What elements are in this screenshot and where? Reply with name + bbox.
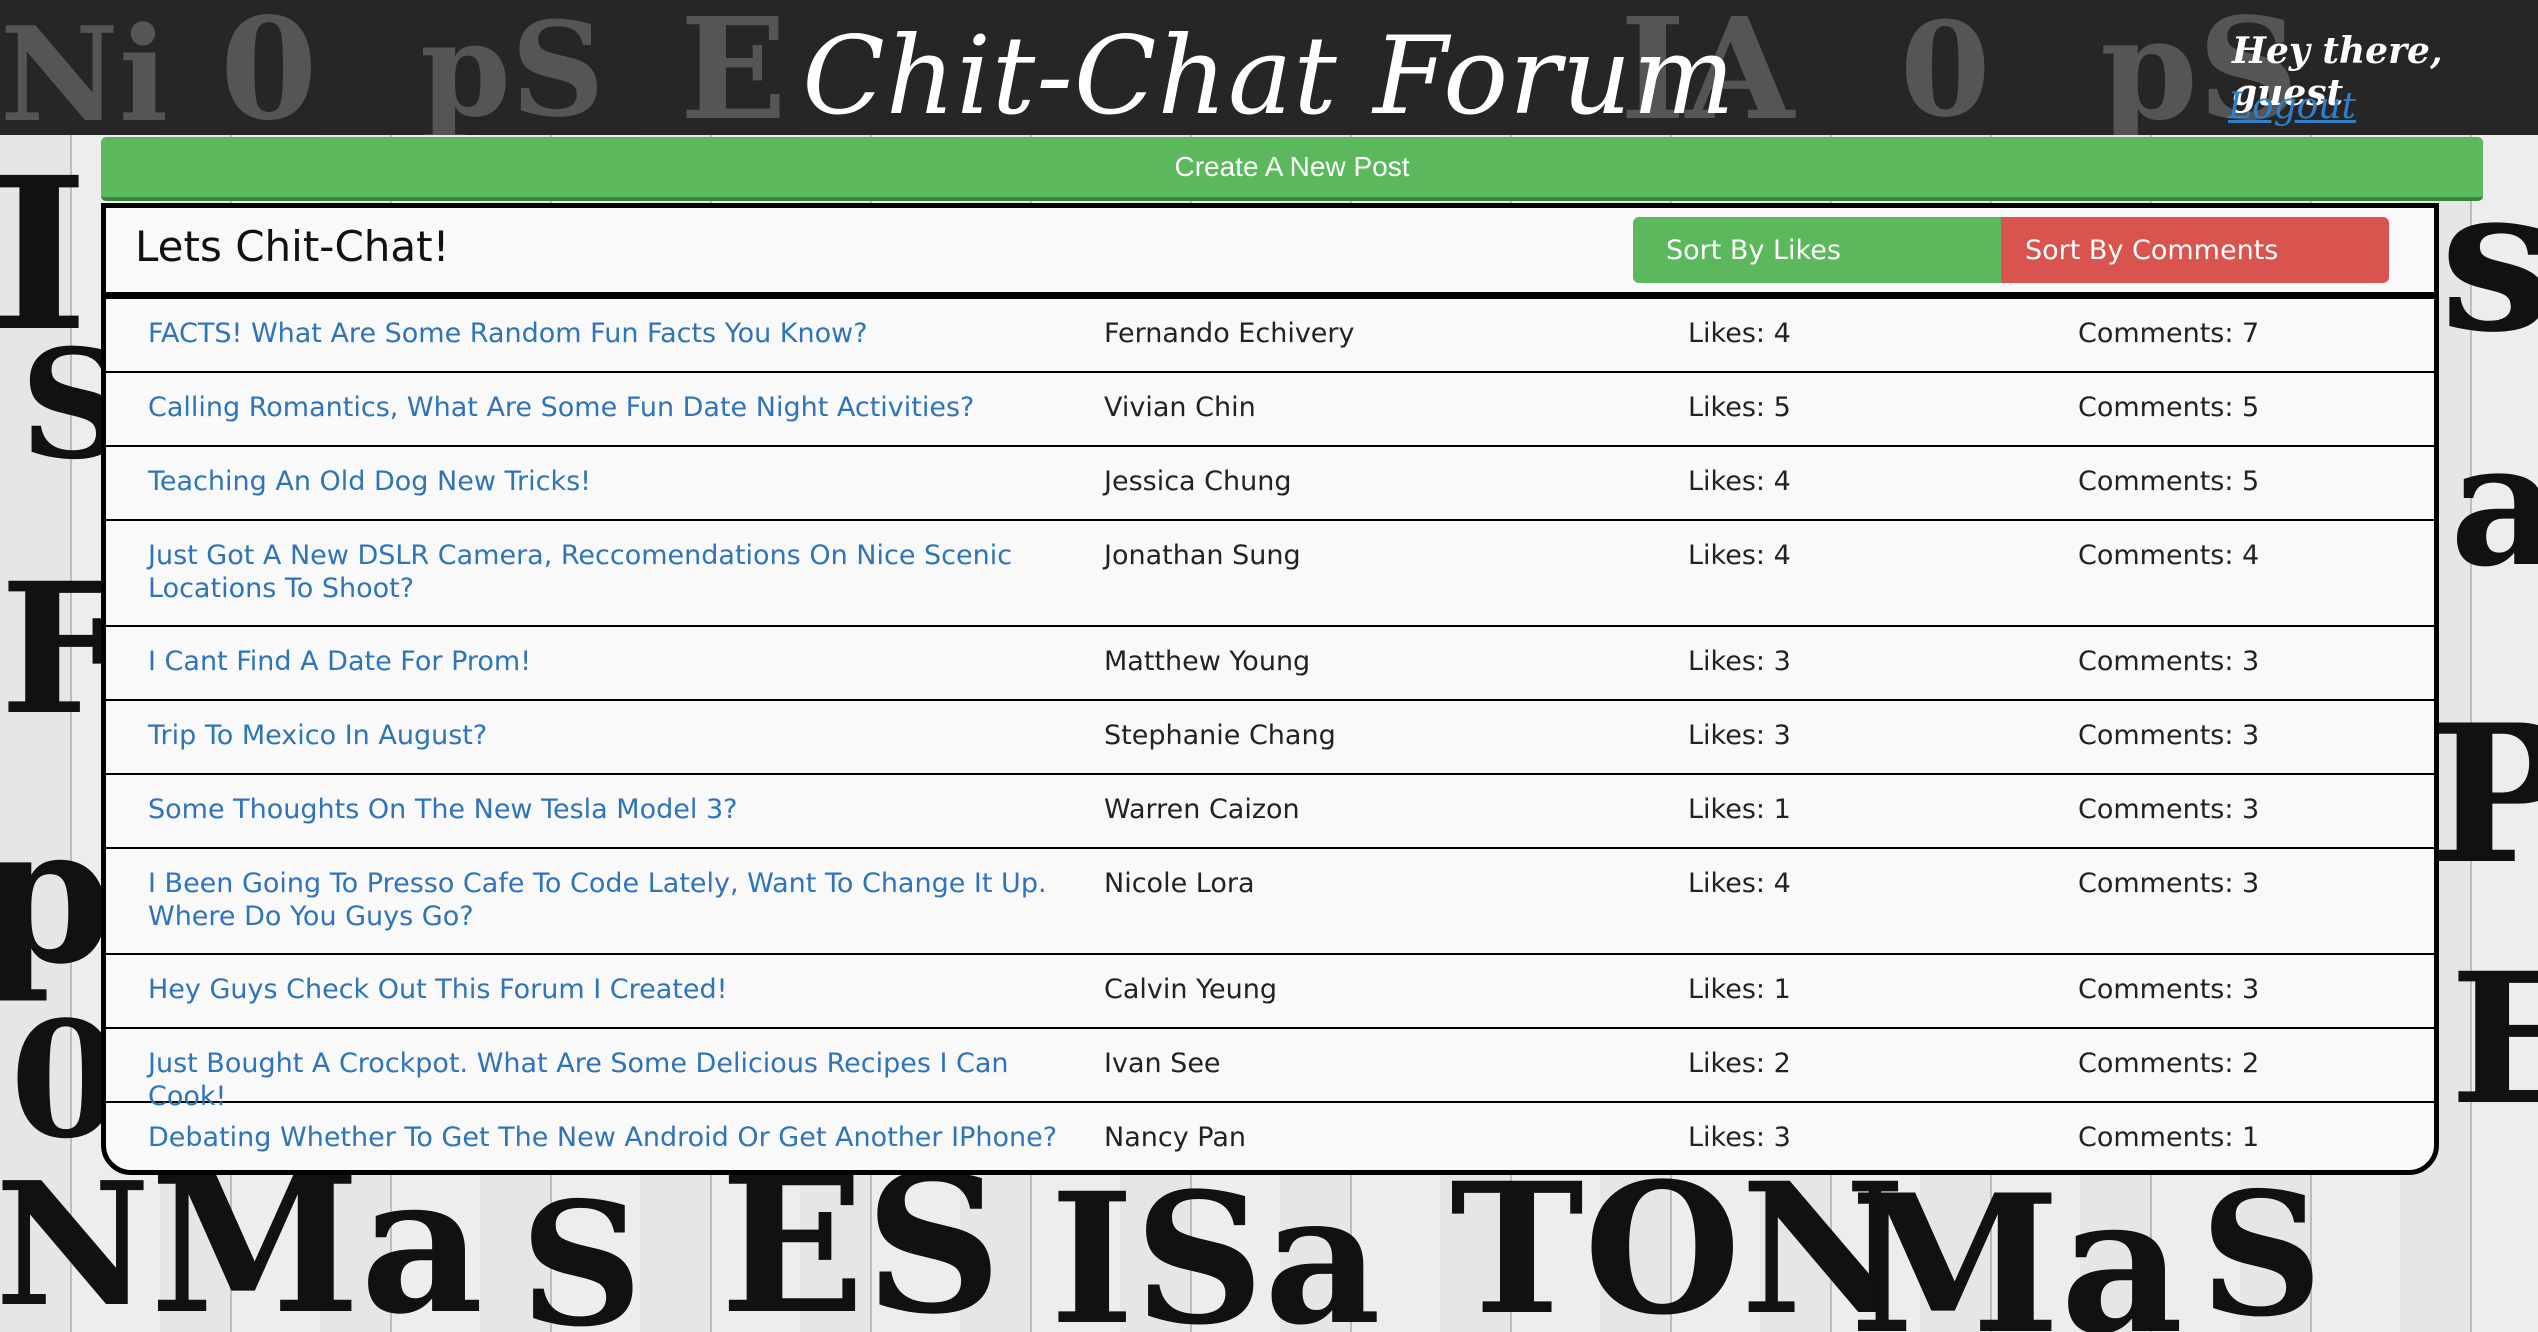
post-author: Matthew Young [1104, 646, 1311, 677]
post-comments: Comments: 4 [2078, 540, 2260, 571]
post-comments: Comments: 3 [2078, 794, 2260, 825]
post-comments: Comments: 3 [2078, 720, 2260, 751]
post-author: Jonathan Sung [1104, 540, 1301, 571]
post-title-link[interactable]: I Been Going To Presso Cafe To Code Late… [148, 867, 1078, 933]
post-likes: Likes: 5 [1688, 392, 1791, 423]
post-author: Fernando Echivery [1104, 318, 1355, 349]
post-likes: Likes: 2 [1688, 1048, 1791, 1079]
post-title-link[interactable]: Trip To Mexico In August? [148, 719, 1078, 752]
post-author: Warren Caizon [1104, 794, 1300, 825]
post-row: I Cant Find A Date For Prom! Matthew You… [106, 627, 2434, 701]
post-comments: Comments: 2 [2078, 1048, 2260, 1079]
post-row: Just Bought A Crockpot. What Are Some De… [106, 1029, 2434, 1112]
post-title-link[interactable]: I Cant Find A Date For Prom! [148, 645, 1078, 678]
post-likes: Likes: 1 [1688, 974, 1791, 1005]
post-title-link[interactable]: FACTS! What Are Some Random Fun Facts Yo… [148, 317, 1078, 350]
post-comments: Comments: 1 [2078, 1122, 2260, 1153]
post-row: Some Thoughts On The New Tesla Model 3? … [106, 775, 2434, 849]
post-row: Just Got A New DSLR Camera, Reccomendati… [106, 521, 2434, 627]
post-likes: Likes: 4 [1688, 318, 1791, 349]
post-row: Hey Guys Check Out This Forum I Created!… [106, 955, 2434, 1029]
post-title-link[interactable]: Teaching An Old Dog New Tricks! [148, 465, 1078, 498]
sort-by-comments-button[interactable]: Sort By Comments [2001, 217, 2389, 283]
panel-title: Lets Chit-Chat! [135, 222, 450, 271]
post-likes: Likes: 4 [1688, 868, 1791, 899]
post-author: Nicole Lora [1104, 868, 1255, 899]
post-author: Ivan See [1104, 1048, 1221, 1079]
logout-link[interactable]: Logout [2228, 86, 2356, 127]
create-post-button[interactable]: Create A New Post [101, 137, 2483, 201]
post-author: Vivian Chin [1104, 392, 1256, 423]
post-author: Stephanie Chang [1104, 720, 1336, 751]
post-title-link[interactable]: Just Got A New DSLR Camera, Reccomendati… [148, 539, 1078, 605]
post-likes: Likes: 3 [1688, 720, 1791, 751]
post-row: Calling Romantics, What Are Some Fun Dat… [106, 373, 2434, 447]
sort-by-likes-button[interactable]: Sort By Likes [1633, 217, 2001, 283]
post-author: Calvin Yeung [1104, 974, 1277, 1005]
post-likes: Likes: 3 [1688, 646, 1791, 677]
panel-header: Lets Chit-Chat! Sort By Likes Sort By Co… [106, 208, 2434, 299]
post-comments: Comments: 3 [2078, 974, 2260, 1005]
post-list: FACTS! What Are Some Random Fun Facts Yo… [106, 299, 2434, 1170]
post-likes: Likes: 4 [1688, 540, 1791, 571]
post-row: Trip To Mexico In August? Stephanie Chan… [106, 701, 2434, 775]
post-row: I Been Going To Presso Cafe To Code Late… [106, 849, 2434, 955]
post-comments: Comments: 5 [2078, 466, 2260, 497]
posts-panel: Lets Chit-Chat! Sort By Likes Sort By Co… [101, 203, 2439, 1175]
post-title-link[interactable]: Some Thoughts On The New Tesla Model 3? [148, 793, 1078, 826]
post-likes: Likes: 3 [1688, 1122, 1791, 1153]
post-comments: Comments: 5 [2078, 392, 2260, 423]
post-comments: Comments: 7 [2078, 318, 2260, 349]
post-row: FACTS! What Are Some Random Fun Facts Yo… [106, 299, 2434, 373]
site-title: Chit-Chat Forum [802, 14, 1736, 139]
post-comments: Comments: 3 [2078, 646, 2260, 677]
post-author: Nancy Pan [1104, 1122, 1246, 1153]
post-row: Debating Whether To Get The New Android … [106, 1103, 2434, 1170]
post-comments: Comments: 3 [2078, 868, 2260, 899]
post-title-link[interactable]: Debating Whether To Get The New Android … [148, 1121, 1078, 1154]
post-likes: Likes: 1 [1688, 794, 1791, 825]
post-likes: Likes: 4 [1688, 466, 1791, 497]
post-title-link[interactable]: Calling Romantics, What Are Some Fun Dat… [148, 391, 1078, 424]
post-author: Jessica Chung [1104, 466, 1292, 497]
post-row: Teaching An Old Dog New Tricks! Jessica … [106, 447, 2434, 521]
post-title-link[interactable]: Hey Guys Check Out This Forum I Created! [148, 973, 1078, 1006]
